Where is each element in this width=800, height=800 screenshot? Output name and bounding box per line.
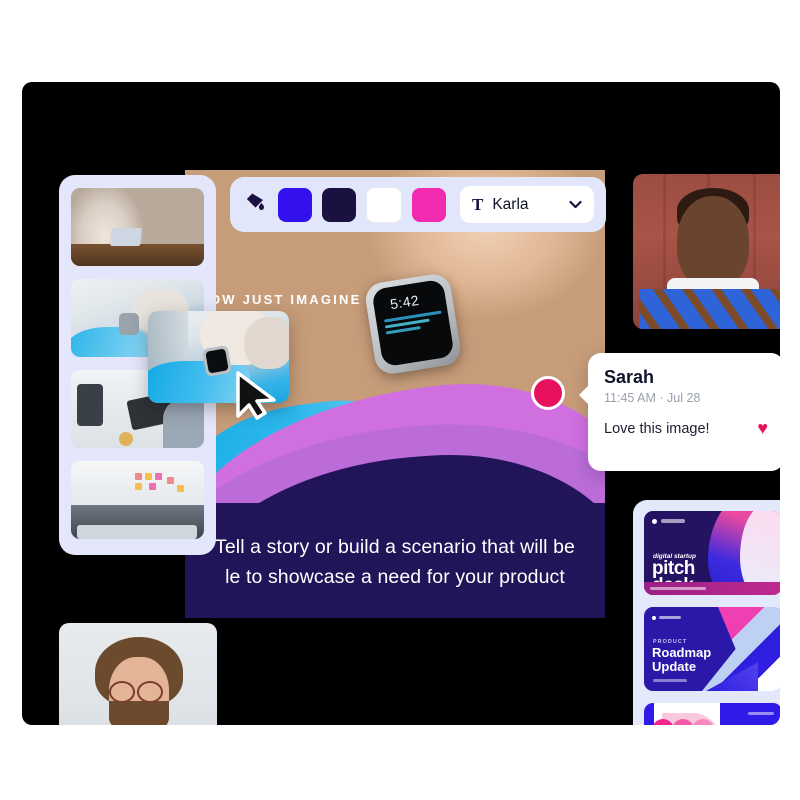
participant-1-shirt (639, 289, 780, 329)
participant-2-beard (109, 701, 169, 725)
swatch-blue[interactable] (278, 187, 312, 222)
presentation-canvas[interactable]: 5:42 OW JUST IMAGINE Tell a story or bui… (22, 82, 780, 725)
swatch-magenta[interactable] (412, 187, 446, 222)
card-roadmap-update[interactable]: PRODUCT Roadmap Update (644, 607, 780, 691)
slide-body-line-2: le to showcase a need for your product (225, 566, 565, 588)
swatch-navy[interactable] (322, 187, 356, 222)
font-name-label: Karla (492, 195, 529, 213)
slide-body-line-1: Tell a story or build a scenario that wi… (214, 536, 575, 558)
glasses-left-lens-icon (109, 681, 135, 703)
glasses-right-lens-icon (137, 681, 163, 703)
chevron-down-icon[interactable] (569, 200, 582, 209)
slide-kicker: OW JUST IMAGINE (210, 292, 362, 307)
card-pitch-deck[interactable]: digital startup pitch deck (644, 511, 780, 595)
comment-text: Love this image! (604, 420, 710, 437)
style-toolbar[interactable]: T Karla (230, 177, 606, 232)
slide-deck-panel[interactable]: digital startup pitch deck PRODUCT Roadm… (633, 500, 780, 725)
participant-1-face (677, 196, 749, 288)
comment-timestamp: 11:45 AM · Jul 28 (604, 391, 701, 405)
font-family-select[interactable]: T Karla (460, 186, 594, 223)
heart-icon[interactable]: ♥ (757, 418, 768, 439)
slide-body-text: Tell a story or build a scenario that wi… (185, 532, 605, 592)
paint-bucket-icon[interactable] (242, 192, 268, 218)
roadmap-title-line-2: Update (652, 659, 697, 674)
screenshot-root: 5:42 OW JUST IMAGINE Tell a story or bui… (0, 0, 800, 800)
mouse-cursor-icon (236, 371, 276, 420)
thumb-workshop-sticky-notes[interactable] (71, 461, 204, 539)
thumb-team-meeting[interactable] (71, 188, 204, 266)
swatch-white[interactable] (366, 186, 402, 223)
video-tile-participant-2[interactable] (59, 623, 217, 725)
video-tile-participant-1[interactable] (633, 174, 780, 329)
comment-bubble[interactable]: Sarah 11:45 AM · Jul 28 Love this image!… (579, 353, 780, 471)
text-format-icon: T (472, 194, 484, 214)
comment-author: Sarah (604, 367, 655, 387)
card-financial-update[interactable]: Financial Update (644, 703, 780, 725)
roadmap-title: Roadmap Update (652, 646, 711, 674)
comment-pin-marker[interactable] (531, 376, 565, 410)
roadmap-title-line-1: Roadmap (652, 645, 712, 660)
